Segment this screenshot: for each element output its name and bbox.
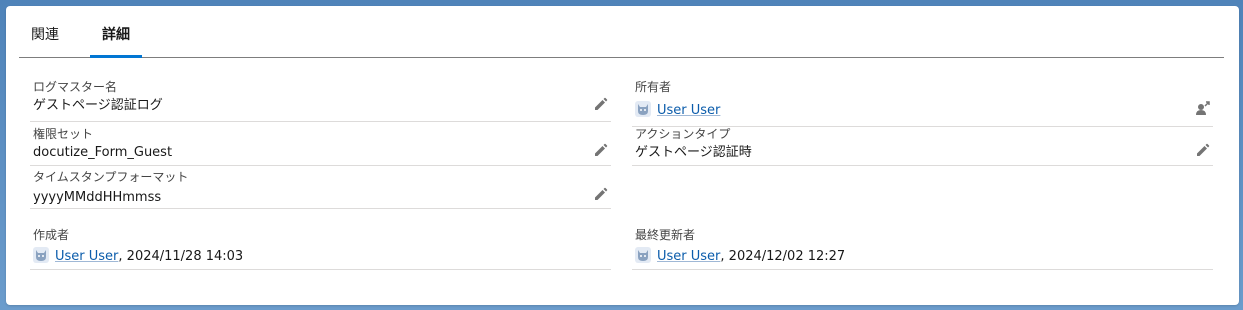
user-avatar-icon xyxy=(635,101,651,117)
last-modified-user-link[interactable]: User User xyxy=(657,249,720,264)
field-label: 作成者 xyxy=(33,228,70,242)
field-value: yyyyMMddHHmmss xyxy=(33,190,162,205)
field-value: ゲストページ認証時 xyxy=(635,145,752,160)
pencil-icon[interactable] xyxy=(593,186,609,202)
detail-card: 関連 詳細 ログマスター名 ゲストページ認証ログ 権限セット docutize_… xyxy=(6,6,1239,305)
field-action-type: アクションタイプ ゲストページ認証時 xyxy=(632,126,1213,166)
field-value: User User, 2024/12/02 12:27 xyxy=(635,247,845,265)
field-label: 所有者 xyxy=(635,80,672,94)
field-label: アクションタイプ xyxy=(635,127,731,141)
field-last-modified-by: 最終更新者 User User, 2024/12/02 12:27 xyxy=(632,225,1213,270)
user-avatar-icon xyxy=(33,247,49,263)
change-owner-icon[interactable] xyxy=(1195,101,1211,117)
tab-details[interactable]: 詳細 xyxy=(90,20,142,58)
owner-user-link[interactable]: User User xyxy=(657,103,720,118)
pencil-icon[interactable] xyxy=(593,96,609,112)
field-label: タイムスタンプフォーマット xyxy=(33,170,189,184)
tab-bar: 関連 詳細 xyxy=(19,20,1224,58)
pencil-icon[interactable] xyxy=(1195,142,1211,158)
field-permission-set: 権限セット docutize_Form_Guest xyxy=(30,126,611,166)
user-avatar-icon xyxy=(635,247,651,263)
field-label: 最終更新者 xyxy=(635,228,696,242)
field-value: User User, 2024/11/28 14:03 xyxy=(33,247,243,265)
field-value: docutize_Form_Guest xyxy=(33,145,173,160)
tab-related[interactable]: 関連 xyxy=(31,20,59,57)
field-owner: 所有者 User User xyxy=(632,79,1213,127)
field-value: ゲストページ認証ログ xyxy=(33,98,163,113)
field-label: ログマスター名 xyxy=(33,80,118,94)
created-datetime: , 2024/11/28 14:03 xyxy=(118,249,244,264)
created-by-user-link[interactable]: User User xyxy=(55,249,118,264)
pencil-icon[interactable] xyxy=(593,142,609,158)
field-log-master-name: ログマスター名 ゲストページ認証ログ xyxy=(30,79,611,122)
field-label: 権限セット xyxy=(33,127,94,141)
field-value: User User xyxy=(635,101,720,119)
field-timestamp-format: タイムスタンプフォーマット yyyyMMddHHmmss xyxy=(30,170,611,209)
field-created-by: 作成者 User User, 2024/11/28 14:03 xyxy=(30,225,611,270)
last-modified-datetime: , 2024/12/02 12:27 xyxy=(720,249,846,264)
